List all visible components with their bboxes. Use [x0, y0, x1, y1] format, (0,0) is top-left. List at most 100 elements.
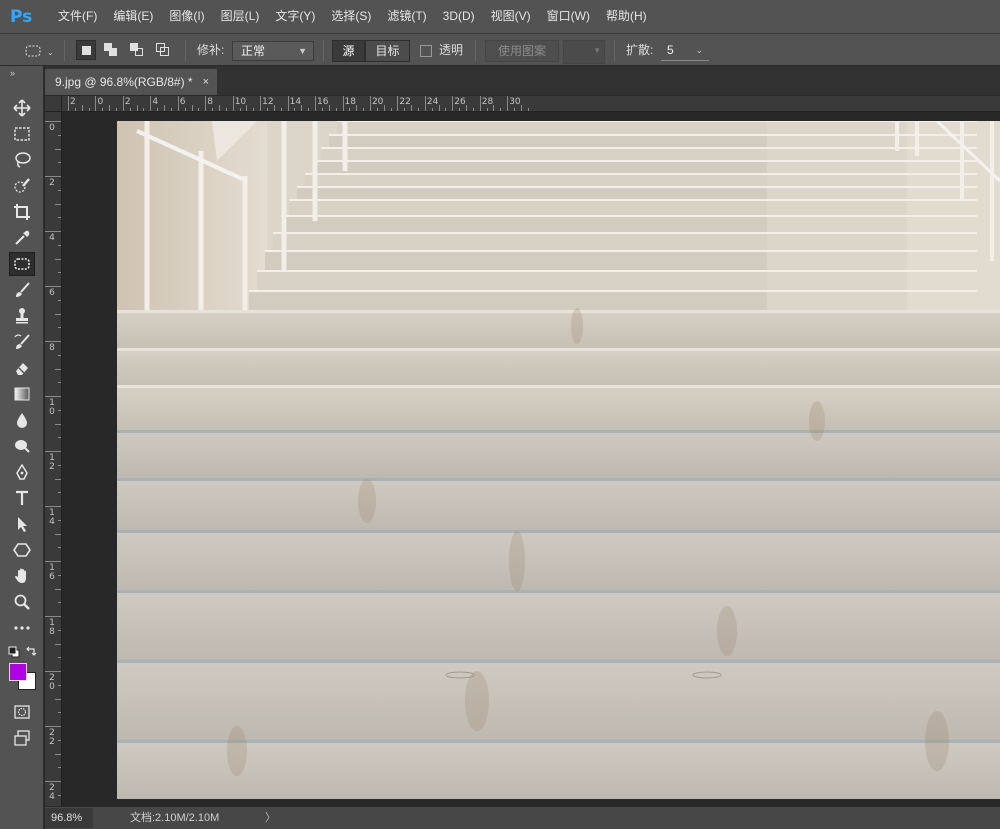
patch-tool-icon[interactable] [9, 252, 35, 276]
default-colors-icon[interactable] [8, 646, 20, 661]
blur-tool-icon[interactable] [9, 408, 35, 432]
target-button[interactable]: 目标 [365, 40, 410, 62]
status-menu-arrow-icon[interactable]: 〉 [265, 807, 276, 829]
near-step-edge [117, 530, 1000, 533]
menu-item-3[interactable]: 图层(L) [213, 0, 268, 33]
options-bar: ⌄ 修补: 正常 ▼ 源 目标 透明 使用图案 ▼ 扩散: 5 ⌄ [0, 33, 1000, 66]
source-button[interactable]: 源 [332, 40, 365, 62]
new-selection-mode-button[interactable] [76, 40, 96, 60]
ruler-minor-tick [493, 105, 495, 111]
path-selection-tool-icon[interactable] [9, 512, 35, 536]
screen-mode-icon[interactable] [9, 726, 35, 750]
document-tab-title: 9.jpg @ 96.8%(RGB/8#) * [55, 75, 193, 89]
foreground-color-swatch[interactable] [9, 663, 27, 681]
close-icon[interactable]: × [203, 69, 209, 95]
menu-bar: Ps 文件(F) 编辑(E) 图像(I) 图层(L) 文字(Y) 选择(S) 滤镜(T) 3D… [0, 0, 1000, 33]
near-step [117, 741, 1000, 799]
patch-label: 修补: [197, 43, 225, 57]
ruler-tick [45, 451, 61, 452]
ruler-minor-tick [58, 602, 61, 604]
patch-mode-dropdown[interactable]: 正常 ▼ [232, 41, 314, 61]
ruler-label: 2 2 [49, 728, 55, 747]
ruler-label: 2 0 [49, 673, 55, 692]
brush-tool-icon[interactable] [9, 278, 35, 302]
eyedropper-tool-icon[interactable] [9, 226, 35, 250]
ruler-minor-tick [55, 423, 61, 425]
near-step [117, 591, 1000, 661]
pattern-picker[interactable]: ▼ [563, 40, 605, 64]
pen-tool-icon[interactable] [9, 460, 35, 484]
menu-item-10[interactable]: 帮助(H) [598, 0, 655, 33]
ruler-minor-tick [376, 108, 378, 111]
menu-item-9[interactable]: 窗口(W) [539, 0, 598, 33]
hand-tool-icon[interactable] [9, 564, 35, 588]
near-step-edge [117, 385, 1000, 388]
swap-colors-icon[interactable] [25, 645, 37, 660]
ruler-minor-tick [390, 108, 392, 111]
transparent-checkbox[interactable] [420, 45, 432, 57]
move-tool-icon[interactable] [9, 96, 35, 120]
menu-item-4[interactable]: 文字(Y) [267, 0, 323, 33]
ruler-label: 1 2 [49, 453, 55, 472]
ruler-tick [45, 506, 61, 507]
ruler-minor-tick [335, 108, 337, 111]
more-tools-icon[interactable] [9, 616, 35, 640]
spread-dropdown[interactable]: 5 ⌄ [661, 41, 709, 61]
use-pattern-button[interactable]: 使用图案 [485, 40, 559, 62]
quick-mask-icon[interactable] [9, 700, 35, 724]
gradient-tool-icon[interactable] [9, 382, 35, 406]
dodge-tool-icon[interactable] [9, 434, 35, 458]
ruler-minor-tick [81, 105, 83, 111]
ruler-minor-tick [55, 533, 61, 535]
add-to-selection-mode-button[interactable] [101, 40, 121, 60]
menu-item-8[interactable]: 视图(V) [483, 0, 539, 33]
horizontal-ruler[interactable]: 2 0 2 4 6 8 10 12 14 16 18 20 22 24 26 28 30 [62, 96, 1000, 112]
far-step [281, 216, 767, 233]
marquee-tool-icon[interactable] [9, 122, 35, 146]
ruler-minor-tick [58, 519, 61, 521]
ruler-minor-tick [198, 108, 200, 111]
menu-item-2[interactable]: 图像(I) [161, 0, 212, 33]
ruler-minor-tick [58, 739, 61, 741]
near-step [117, 311, 1000, 349]
intersect-selection-mode-button[interactable] [153, 40, 173, 60]
vertical-ruler[interactable]: 0 2 4 6 8 1 0 1 2 1 4 1 6 1 8 2 0 2 2 2 4 [45, 112, 62, 806]
far-step [257, 271, 767, 291]
far-step [273, 233, 767, 251]
menu-item-6[interactable]: 滤镜(T) [379, 0, 434, 33]
chevron-down-icon: ⌄ [695, 45, 703, 55]
document-image[interactable] [117, 121, 1000, 799]
ruler-tick [45, 341, 61, 342]
ruler-label: 6 [49, 288, 55, 298]
ruler-minor-tick [88, 108, 90, 111]
collapse-panel-icon[interactable]: » [10, 68, 15, 78]
lasso-tool-icon[interactable] [9, 148, 35, 172]
canvas-area[interactable] [62, 112, 1000, 806]
ruler-minor-tick [273, 105, 275, 111]
ruler-minor-tick [349, 108, 351, 111]
ruler-minor-tick [157, 108, 159, 111]
document-tab[interactable]: 9.jpg @ 96.8%(RGB/8#) * × [45, 69, 217, 95]
far-step [249, 291, 767, 313]
zoom-level-field[interactable]: 96.8% [45, 808, 93, 828]
ruler-minor-tick [55, 478, 61, 480]
tool-preset-picker[interactable]: ⌄ [22, 34, 56, 67]
crop-tool-icon[interactable] [9, 200, 35, 224]
ruler-minor-tick [55, 753, 61, 755]
menu-item-0[interactable]: 文件(F) [50, 0, 105, 33]
type-tool-icon[interactable] [9, 486, 35, 510]
patch-tool-icon: ⌄ [25, 45, 54, 57]
ruler-minor-tick [58, 244, 61, 246]
eraser-tool-icon[interactable] [9, 356, 35, 380]
quick-selection-tool-icon[interactable] [9, 174, 35, 198]
subtract-from-selection-mode-button[interactable] [127, 40, 147, 60]
clone-stamp-tool-icon[interactable] [9, 304, 35, 328]
history-brush-tool-icon[interactable] [9, 330, 35, 354]
shape-tool-icon[interactable] [9, 538, 35, 562]
ruler-origin[interactable] [45, 96, 62, 112]
menu-item-5[interactable]: 选择(S) [323, 0, 379, 33]
ruler-label: 8 [207, 97, 213, 107]
menu-item-7[interactable]: 3D(D) [435, 0, 483, 33]
zoom-tool-icon[interactable] [9, 590, 35, 614]
menu-item-1[interactable]: 编辑(E) [105, 0, 161, 33]
